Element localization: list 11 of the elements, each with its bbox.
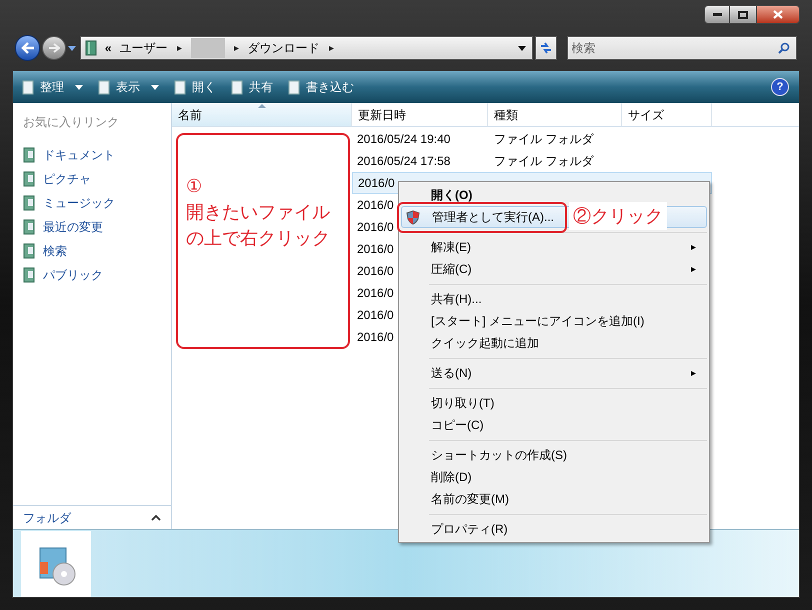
annotation-text: ②クリック [569,202,667,230]
annotation-text: 開きたいファイル [186,201,331,224]
date-cell-text: 2016/05/24 19:40 [357,131,452,148]
folders-label: フォルダ [23,510,71,526]
date-cell-text: 2016/0 [358,175,395,192]
date-cell-text: 2016/05/24 17:58 [357,153,452,170]
annotation-text: ① [186,175,203,198]
sidebar-heading: お気に入りリンク [23,114,120,131]
type-cell-text: ファイル フォルダ [494,153,594,170]
type-cell-text: ファイル フォルダ [494,131,594,148]
annotation-text: の上で右クリック [186,227,331,250]
